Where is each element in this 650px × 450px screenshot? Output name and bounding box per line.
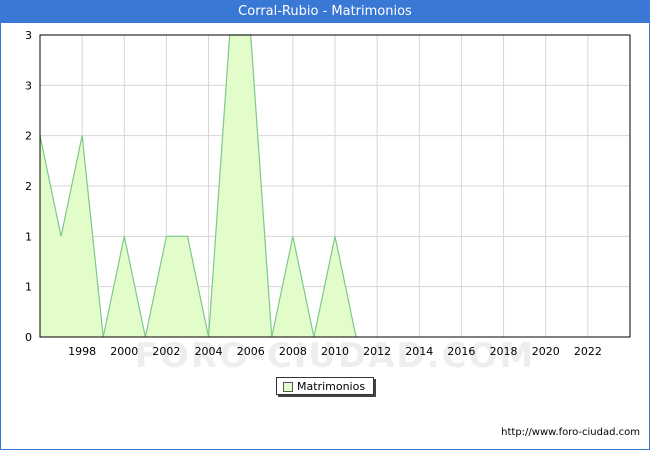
x-tick-label: 1998 [68, 345, 96, 358]
y-tick-label: 1 [25, 281, 32, 294]
x-tick-label: 2008 [279, 345, 307, 358]
x-tick-label: 2000 [110, 345, 138, 358]
source-url[interactable]: http://www.foro-ciudad.com [501, 427, 640, 438]
y-tick-label: 0 [25, 331, 32, 344]
x-tick-label: 2012 [363, 345, 391, 358]
y-tick-label: 2 [25, 180, 32, 193]
x-tick-label: 2020 [532, 345, 560, 358]
x-tick-label: 2010 [321, 345, 349, 358]
y-tick-label: 3 [25, 29, 32, 42]
x-tick-label: 2006 [237, 345, 265, 358]
y-tick-label: 3 [25, 79, 32, 92]
x-tick-label: 2002 [152, 345, 180, 358]
x-tick-label: 2004 [195, 345, 223, 358]
y-axis-ticks: 0 1 1 2 2 3 3 [25, 29, 32, 344]
legend-label-matrimonios: Matrimonios [297, 380, 366, 393]
legend-swatch-matrimonios [283, 382, 293, 392]
x-tick-label: 2016 [447, 345, 475, 358]
y-tick-label: 1 [25, 230, 32, 243]
y-tick-label: 2 [25, 130, 32, 143]
x-tick-label: 2018 [490, 345, 518, 358]
x-tick-label: 2014 [405, 345, 433, 358]
legend: Matrimonios [276, 377, 374, 395]
x-tick-label: 2022 [574, 345, 602, 358]
